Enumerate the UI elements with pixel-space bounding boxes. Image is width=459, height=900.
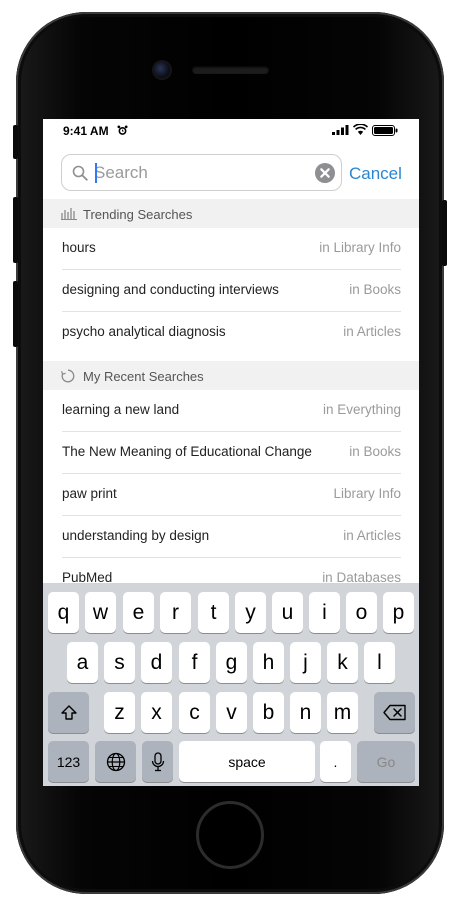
key-d[interactable]: d (141, 642, 172, 683)
dictation-key[interactable] (142, 741, 173, 782)
recent-row[interactable]: The New Meaning of Educational Change in… (43, 432, 419, 474)
volume-up-button (13, 197, 18, 263)
trending-searches-header: Trending Searches (43, 199, 419, 228)
trending-row[interactable]: psycho analytical diagnosis in Articles (43, 312, 419, 354)
volume-down-button (13, 281, 18, 347)
backspace-key[interactable] (374, 692, 415, 733)
key-f[interactable]: f (179, 642, 210, 683)
microphone-icon (151, 751, 164, 771)
key-u[interactable]: u (272, 592, 303, 633)
search-bar[interactable] (61, 154, 342, 191)
search-icon (72, 165, 88, 181)
key-p[interactable]: p (383, 592, 414, 633)
search-scope: in Everything (322, 402, 401, 417)
recent-row[interactable]: paw print Library Info (43, 474, 419, 516)
cellular-signal-icon (332, 125, 349, 135)
recent-row[interactable]: understanding by design in Articles (43, 516, 419, 558)
search-term: understanding by design (62, 528, 210, 543)
search-scope: in Articles (343, 324, 401, 339)
wifi-icon (353, 124, 368, 135)
earpiece-speaker (192, 66, 269, 74)
key-b[interactable]: b (253, 692, 284, 733)
key-c[interactable]: c (179, 692, 210, 733)
front-camera (154, 62, 170, 78)
search-term: hours (62, 240, 96, 255)
trending-row[interactable]: designing and conducting interviews in B… (43, 270, 419, 312)
numbers-key[interactable]: 123 (48, 741, 89, 782)
go-key[interactable]: Go (357, 741, 415, 782)
key-s[interactable]: s (104, 642, 135, 683)
recent-searches-header: My Recent Searches (43, 361, 419, 390)
key-e[interactable]: e (123, 592, 154, 633)
backspace-icon (382, 704, 406, 721)
recent-row[interactable]: learning a new land in Everything (43, 390, 419, 432)
key-i[interactable]: i (309, 592, 340, 633)
search-input[interactable] (94, 160, 309, 186)
key-h[interactable]: h (253, 642, 284, 683)
alarm-clock-icon (117, 125, 128, 135)
search-term: designing and conducting interviews (62, 282, 279, 297)
key-g[interactable]: g (216, 642, 247, 683)
search-term: psycho analytical diagnosis (62, 324, 226, 339)
globe-icon (106, 752, 125, 771)
search-scope: in Library Info (319, 240, 401, 255)
battery-icon (372, 125, 398, 136)
cancel-button[interactable]: Cancel (349, 164, 402, 184)
trending-chart-icon (61, 208, 77, 220)
key-m[interactable]: m (327, 692, 358, 733)
search-term: The New Meaning of Educational Change (62, 444, 312, 459)
key-v[interactable]: v (216, 692, 247, 733)
trending-searches-title: Trending Searches (83, 207, 193, 222)
key-r[interactable]: r (160, 592, 191, 633)
key-y[interactable]: y (235, 592, 266, 633)
space-key[interactable]: space (179, 741, 315, 782)
onscreen-keyboard: q w e r t y u i o p a s d f g h j k l z … (43, 583, 419, 786)
recent-searches-title: My Recent Searches (83, 369, 204, 384)
shift-key[interactable] (48, 692, 89, 733)
phone-screen: 9:41 AM Search Cancel Trending Searches … (43, 119, 419, 786)
trending-row[interactable]: hours in Library Info (43, 228, 419, 270)
key-o[interactable]: o (346, 592, 377, 633)
key-a[interactable]: a (67, 642, 98, 683)
search-scope: in Books (349, 444, 401, 459)
period-key[interactable]: . (320, 741, 351, 782)
globe-key[interactable] (95, 741, 136, 782)
key-n[interactable]: n (290, 692, 321, 733)
key-l[interactable]: l (364, 642, 395, 683)
key-z[interactable]: z (104, 692, 135, 733)
search-scope: in Articles (343, 528, 401, 543)
search-scope: Library Info (333, 486, 401, 501)
status-time: 9:41 AM (63, 124, 109, 138)
shift-icon (60, 704, 77, 720)
key-q[interactable]: q (48, 592, 79, 633)
text-caret (95, 163, 97, 183)
power-button (442, 200, 447, 266)
key-k[interactable]: k (327, 642, 358, 683)
search-term: learning a new land (62, 402, 180, 417)
key-t[interactable]: t (198, 592, 229, 633)
status-bar: 9:41 AM (43, 119, 419, 141)
search-term: paw print (62, 486, 117, 501)
key-w[interactable]: w (85, 592, 116, 633)
home-button[interactable] (196, 801, 264, 869)
key-x[interactable]: x (141, 692, 172, 733)
clear-search-icon[interactable] (315, 163, 335, 183)
key-j[interactable]: j (290, 642, 321, 683)
search-scope: in Books (349, 282, 401, 297)
history-icon (61, 369, 75, 383)
mute-switch (13, 125, 18, 159)
